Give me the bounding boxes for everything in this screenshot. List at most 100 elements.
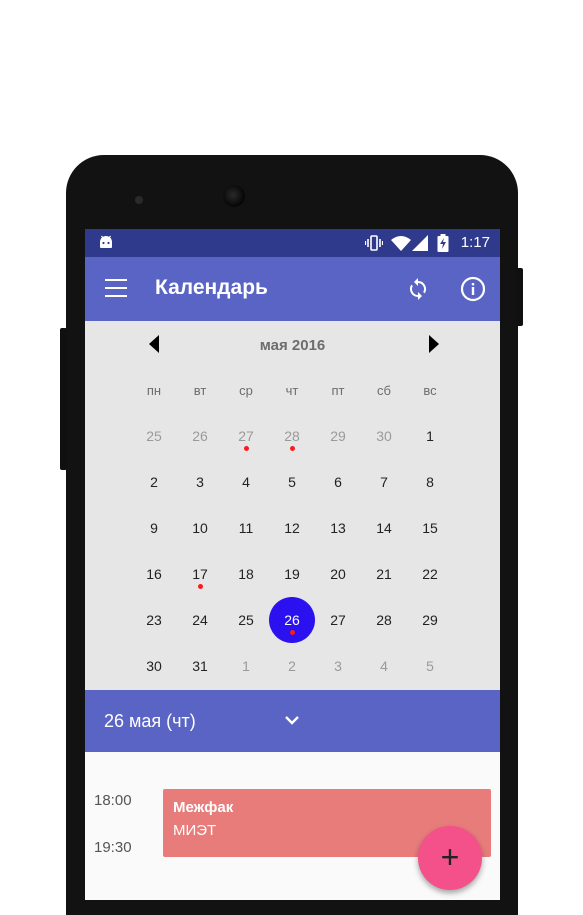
calendar-day[interactable]: 8 xyxy=(407,459,453,505)
calendar-day[interactable]: 11 xyxy=(223,505,269,551)
sync-icon[interactable] xyxy=(406,277,430,301)
day-number: 1 xyxy=(426,428,434,444)
day-number: 11 xyxy=(238,520,254,536)
calendar-day[interactable]: 28 xyxy=(361,597,407,643)
calendar-day[interactable]: 20 xyxy=(315,551,361,597)
calendar-day[interactable]: 26 xyxy=(177,413,223,459)
calendar-day[interactable]: 9 xyxy=(131,505,177,551)
calendar-day[interactable]: 17 xyxy=(177,551,223,597)
day-number: 1 xyxy=(242,658,250,674)
weekday-label: сб xyxy=(377,383,391,398)
calendar-day[interactable]: 3 xyxy=(177,459,223,505)
day-number: 31 xyxy=(192,658,208,674)
calendar-day[interactable]: 22 xyxy=(407,551,453,597)
day-number: 22 xyxy=(422,566,438,582)
day-number: 5 xyxy=(288,474,296,490)
calendar-day[interactable]: 29 xyxy=(315,413,361,459)
day-number: 26 xyxy=(192,428,208,444)
day-number: 4 xyxy=(380,658,388,674)
calendar-day[interactable]: 4 xyxy=(361,643,407,689)
page-title: Календарь xyxy=(155,276,268,299)
battery-charging-icon xyxy=(437,234,449,252)
events-list: 18:00 19:30 Межфак МИЭТ + xyxy=(85,752,500,900)
day-number: 10 xyxy=(192,520,208,536)
calendar-day[interactable]: 31 xyxy=(177,643,223,689)
menu-icon[interactable] xyxy=(105,279,127,299)
calendar-day[interactable]: 30 xyxy=(361,413,407,459)
calendar-day[interactable]: 19 xyxy=(269,551,315,597)
day-number: 29 xyxy=(422,612,438,628)
calendar-day[interactable]: 4 xyxy=(223,459,269,505)
weekday-label: чт xyxy=(285,383,299,398)
selected-date-bar[interactable]: 26 мая (чт) xyxy=(85,690,500,752)
day-number: 15 xyxy=(422,520,438,536)
calendar-day[interactable]: 21 xyxy=(361,551,407,597)
calendar-day-selected[interactable]: 26 xyxy=(269,597,315,643)
wifi-icon xyxy=(391,236,411,251)
calendar-day[interactable]: 30 xyxy=(131,643,177,689)
calendar-day[interactable]: 16 xyxy=(131,551,177,597)
calendar-day[interactable]: 6 xyxy=(315,459,361,505)
calendar-day[interactable]: 29 xyxy=(407,597,453,643)
calendar-day[interactable]: 1 xyxy=(223,643,269,689)
calendar-day[interactable]: 10 xyxy=(177,505,223,551)
calendar-day[interactable]: 27 xyxy=(223,413,269,459)
event-end-time: 19:30 xyxy=(94,839,132,856)
front-camera xyxy=(223,185,245,207)
power-button xyxy=(516,268,523,326)
status-time: 1:17 xyxy=(460,234,490,251)
calendar-day[interactable]: 25 xyxy=(223,597,269,643)
day-number: 5 xyxy=(426,658,434,674)
phone-screen: 1:17 Календарь мая 2016 пн вт ср чт пт с… xyxy=(85,229,500,900)
calendar-day[interactable]: 1 xyxy=(407,413,453,459)
day-number: 8 xyxy=(426,474,434,490)
day-number: 28 xyxy=(284,428,300,444)
volume-button xyxy=(60,328,67,470)
calendar-day[interactable]: 13 xyxy=(315,505,361,551)
day-number: 18 xyxy=(238,566,254,582)
day-number: 29 xyxy=(330,428,346,444)
day-number: 30 xyxy=(376,428,392,444)
calendar-day[interactable]: 23 xyxy=(131,597,177,643)
calendar-day[interactable]: 3 xyxy=(315,643,361,689)
calendar-day[interactable]: 5 xyxy=(407,643,453,689)
day-number: 3 xyxy=(334,658,342,674)
calendar-day[interactable]: 5 xyxy=(269,459,315,505)
calendar-day[interactable]: 27 xyxy=(315,597,361,643)
calendar-day[interactable]: 24 xyxy=(177,597,223,643)
android-icon xyxy=(100,235,112,248)
day-number: 19 xyxy=(284,566,300,582)
day-number: 12 xyxy=(284,520,300,536)
calendar-day[interactable]: 15 xyxy=(407,505,453,551)
day-grid: 25 26 27 28 29 30 1 2 3 4 5 6 7 8 9 10 11 12 13 14 15 16 17 18 1… xyxy=(131,413,453,689)
calendar-day[interactable]: 18 xyxy=(223,551,269,597)
weekday-header: пн вт ср чт пт сб вс xyxy=(131,383,453,398)
add-event-button[interactable]: + xyxy=(418,826,482,890)
calendar-day[interactable]: 7 xyxy=(361,459,407,505)
previous-month-icon[interactable] xyxy=(145,334,165,354)
day-number: 21 xyxy=(376,566,392,582)
info-icon[interactable] xyxy=(460,276,486,302)
event-dot xyxy=(290,446,295,451)
event-start-time: 18:00 xyxy=(94,792,132,809)
calendar-day[interactable]: 2 xyxy=(131,459,177,505)
weekday-label: пн xyxy=(146,383,162,398)
day-number: 30 xyxy=(146,658,162,674)
day-number: 20 xyxy=(330,566,346,582)
next-month-icon[interactable] xyxy=(423,334,443,354)
day-number: 28 xyxy=(376,612,392,628)
calendar-day[interactable]: 2 xyxy=(269,643,315,689)
vibrate-icon xyxy=(365,235,383,251)
month-label: мая 2016 xyxy=(259,337,326,354)
selected-date-label: 26 мая (чт) xyxy=(104,711,196,731)
day-number: 26 xyxy=(284,612,300,628)
chevron-down-icon[interactable] xyxy=(284,712,300,728)
calendar-day[interactable]: 28 xyxy=(269,413,315,459)
calendar-day[interactable]: 12 xyxy=(269,505,315,551)
event-name: Межфак xyxy=(173,799,234,816)
day-number: 24 xyxy=(192,612,208,628)
calendar-day[interactable]: 25 xyxy=(131,413,177,459)
calendar-day[interactable]: 14 xyxy=(361,505,407,551)
day-number: 16 xyxy=(146,566,162,582)
day-number: 27 xyxy=(238,428,254,444)
